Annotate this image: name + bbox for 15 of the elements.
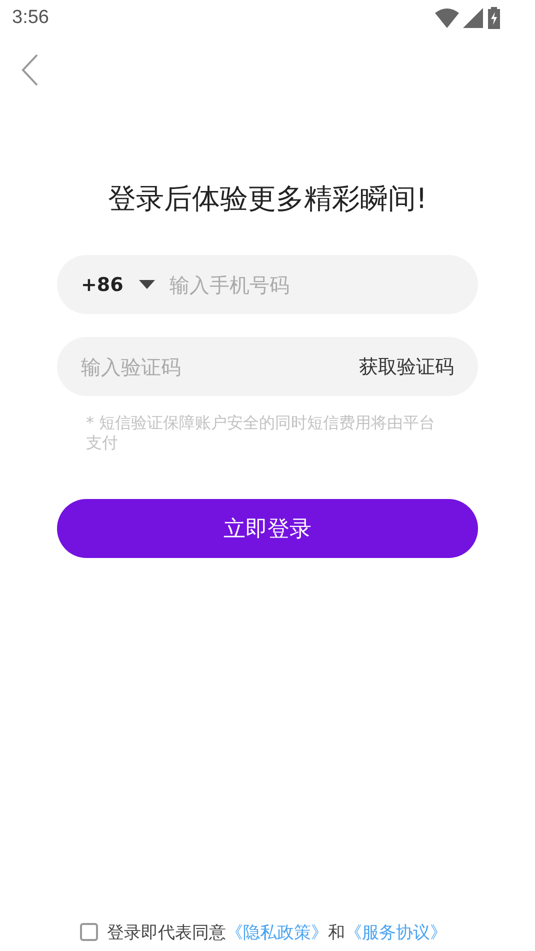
- agreement-text: 登录即代表同意《隐私政策》和《服务协议》: [107, 922, 447, 944]
- status-time: 3:56: [12, 7, 49, 29]
- code-input-field[interactable]: 输入验证码 获取验证码: [57, 337, 478, 396]
- phone-input-field[interactable]: +86 输入手机号码: [57, 255, 478, 314]
- caret-icon[interactable]: [139, 280, 156, 290]
- battery-charging-icon: [487, 7, 501, 29]
- page-title: 登录后体验更多精彩瞬间!: [106, 181, 428, 217]
- signal-icon: [463, 8, 483, 28]
- get-code-button[interactable]: 获取验证码: [359, 354, 454, 380]
- hint-text: * 短信验证保障账户安全的同时短信费用将由平台支付: [86, 413, 436, 454]
- login-button[interactable]: 立即登录: [57, 499, 478, 558]
- country-code-selector[interactable]: +86: [81, 274, 124, 296]
- wifi-icon: [435, 8, 459, 28]
- agreement-checkbox[interactable]: [80, 923, 98, 941]
- back-icon[interactable]: [20, 53, 40, 87]
